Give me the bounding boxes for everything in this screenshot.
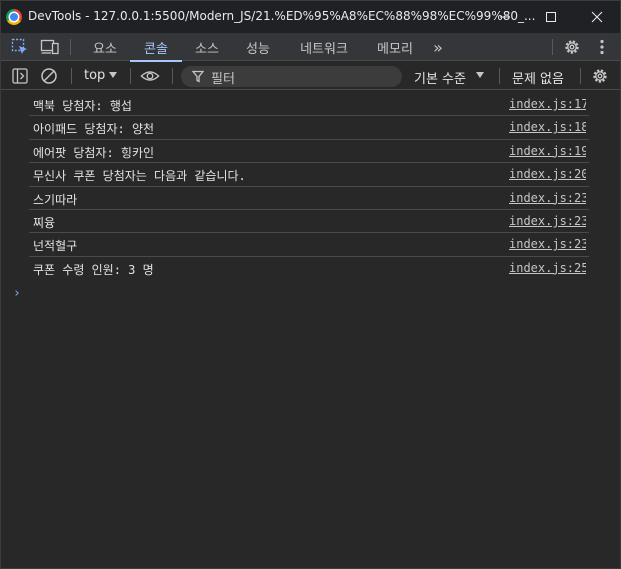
console-messages: 맥북 당첨자: 행섭 index.js:17 아이패드 당첨자: 양천 inde…	[1, 93, 620, 280]
console-message: 넌적혈구 index.js:23	[29, 233, 589, 257]
device-toolbar-icon[interactable]	[40, 37, 60, 57]
console-message: 스기따라 index.js:23	[29, 187, 589, 210]
console-message: 무신사 쿠폰 당첨자는 다음과 같습니다. index.js:20	[29, 163, 589, 187]
message-text: 쿠폰 수령 인원: 3 명	[33, 262, 154, 277]
maximize-icon	[546, 12, 556, 22]
minimize-icon	[500, 16, 510, 18]
source-link[interactable]: index.js:23	[509, 191, 586, 205]
log-level-dropdown[interactable]: 기본 수준	[414, 68, 466, 87]
message-text: 맥북 당첨자: 행섭	[33, 99, 132, 113]
title-bar: DevTools - 127.0.0.1:5500/Modern_JS/21.%…	[1, 1, 620, 33]
context-selector[interactable]: top	[84, 68, 105, 83]
sidebar-toggle-icon[interactable]	[10, 66, 30, 86]
toolbar-divider	[130, 68, 131, 84]
tab-bar-divider	[70, 39, 71, 55]
clear-console-icon[interactable]	[39, 66, 59, 86]
tab-sources[interactable]: 소스	[186, 33, 228, 61]
toolbar-divider	[499, 68, 500, 84]
tab-bar-divider-right	[552, 39, 553, 55]
message-text: 찌융	[33, 215, 56, 230]
chrome-icon	[6, 9, 22, 25]
filter-funnel-icon	[192, 70, 204, 83]
inspect-element-icon[interactable]	[10, 37, 30, 57]
console-message: 찌융 index.js:23	[29, 210, 589, 234]
console-message: 맥북 당첨자: 행섭 index.js:17	[29, 93, 589, 117]
tab-network[interactable]: 네트워크	[289, 33, 359, 61]
message-text: 무신사 쿠폰 당첨자는 다음과 같습니다.	[33, 169, 246, 184]
filter-placeholder: 필터	[211, 72, 235, 87]
toolbar-divider	[71, 68, 72, 84]
toolbar-divider	[580, 68, 581, 84]
source-link[interactable]: index.js:18	[509, 120, 586, 134]
close-icon	[591, 11, 603, 23]
source-link[interactable]: index.js:20	[509, 167, 586, 181]
close-button[interactable]	[574, 1, 620, 33]
minimize-button[interactable]	[482, 1, 528, 33]
source-link[interactable]: index.js:23	[509, 214, 586, 228]
message-text: 넌적혈구	[33, 239, 78, 254]
console-prompt-icon[interactable]: ›	[13, 286, 21, 301]
tab-elements[interactable]: 요소	[84, 33, 126, 61]
source-link[interactable]: index.js:19	[509, 144, 586, 158]
settings-gear-icon[interactable]	[562, 37, 582, 57]
kebab-menu-icon[interactable]	[592, 37, 612, 57]
toolbar-divider	[172, 68, 173, 84]
chevron-down-icon	[109, 72, 117, 78]
message-text: 에어팟 당첨자: 힝카인	[33, 145, 155, 160]
chevron-down-icon	[476, 72, 484, 78]
source-link[interactable]: index.js:25	[509, 261, 586, 275]
devtools-window: DevTools - 127.0.0.1:5500/Modern_JS/21.%…	[0, 0, 621, 569]
issues-counter[interactable]: 문제 없음	[512, 68, 564, 87]
message-text: 아이패드 당첨자: 양천	[33, 122, 155, 137]
more-tabs-icon[interactable]: »	[427, 33, 449, 61]
window-title: DevTools - 127.0.0.1:5500/Modern_JS/21.%…	[28, 9, 536, 23]
console-toolbar: top 필터 기본 수준 문제 없음	[1, 62, 620, 90]
tab-memory[interactable]: 메모리	[367, 33, 423, 61]
console-message: 에어팟 당첨자: 힝카인 index.js:19	[29, 140, 589, 164]
source-link[interactable]: index.js:23	[509, 237, 586, 251]
console-message: 쿠폰 수령 인원: 3 명 index.js:25	[29, 257, 589, 280]
tab-console[interactable]: 콘솔	[130, 33, 182, 62]
console-settings-gear-icon[interactable]	[590, 66, 610, 86]
console-message: 아이패드 당첨자: 양천 index.js:18	[29, 116, 589, 140]
message-text: 스기따라	[33, 192, 78, 207]
tab-performance[interactable]: 성능	[237, 33, 279, 61]
maximize-button[interactable]	[528, 1, 574, 33]
filter-input[interactable]: 필터	[181, 66, 402, 87]
source-link[interactable]: index.js:17	[509, 97, 586, 111]
panel-tab-bar: 요소 콘솔 소스 성능 네트워크 메모리 »	[1, 33, 620, 62]
eye-icon[interactable]	[140, 66, 160, 86]
